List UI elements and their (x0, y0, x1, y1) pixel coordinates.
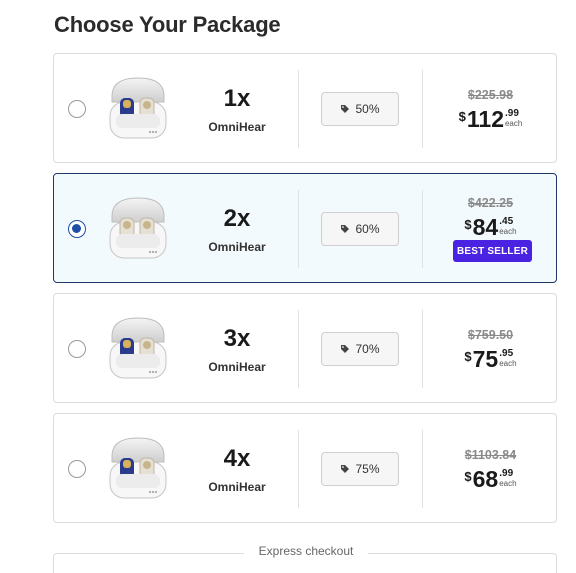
earbuds-case-image (109, 77, 167, 139)
tag-icon (341, 225, 350, 233)
price-whole: 75 (472, 346, 499, 372)
package-quantity: 1x (223, 85, 251, 112)
package-quantity: 3x (223, 325, 251, 352)
package-radio[interactable] (68, 220, 86, 238)
package-option-4x[interactable]: 4x OmniHear 75% $1103.84 $ 68 .99 each (53, 413, 557, 523)
divider (298, 310, 299, 388)
price-cents: .95 (499, 348, 514, 359)
express-checkout-label: Express checkout (244, 544, 368, 558)
price-block: $1103.84 $ 68 .99 each (423, 414, 558, 522)
discount-text: 60% (355, 222, 380, 236)
sale-price: $ 84 .45 each (423, 214, 558, 240)
tag-icon (341, 105, 350, 113)
price-cents: .99 (499, 468, 514, 479)
price-cents: .45 (499, 216, 514, 227)
discount-badge: 70% (321, 332, 399, 366)
earbuds-case-image (109, 197, 167, 259)
price-cents: .99 (504, 108, 519, 119)
product-name: OmniHear (208, 480, 266, 494)
earbuds-case-image (109, 317, 167, 379)
price-block: $225.98 $ 112 .99 each (423, 54, 558, 162)
discount-text: 75% (355, 462, 380, 476)
product-name: OmniHear (208, 120, 266, 134)
original-price: $422.25 (467, 196, 514, 210)
price-block: $422.25 $ 84 .45 each BEST SELLER (423, 174, 558, 282)
price-whole: 84 (472, 214, 499, 240)
price-unit: each (504, 119, 523, 128)
product-name: OmniHear (208, 240, 266, 254)
tag-icon (341, 345, 350, 353)
discount-text: 70% (355, 342, 380, 356)
original-price: $225.98 (467, 88, 514, 102)
best-seller-badge: BEST SELLER (453, 240, 532, 262)
price-unit: each (499, 479, 517, 488)
package-option-2x[interactable]: 2x OmniHear 60% $422.25 $ 84 .45 each BES… (53, 173, 557, 283)
price-whole: 112 (466, 106, 504, 132)
price-unit: each (499, 227, 517, 236)
package-radio[interactable] (68, 340, 86, 358)
currency-symbol: $ (464, 349, 472, 364)
package-radio[interactable] (68, 100, 86, 118)
price-block: $759.50 $ 75 .95 each (423, 294, 558, 402)
discount-text: 50% (355, 102, 380, 116)
price-unit: each (499, 359, 517, 368)
sale-price: $ 75 .95 each (423, 346, 558, 372)
divider (298, 430, 299, 508)
tag-icon (341, 465, 350, 473)
divider (298, 190, 299, 268)
discount-badge: 75% (321, 452, 399, 486)
page-title: Choose Your Package (54, 12, 281, 37)
product-name: OmniHear (208, 360, 266, 374)
sale-price: $ 112 .99 each (423, 106, 558, 132)
original-price: $1103.84 (464, 448, 517, 462)
currency-symbol: $ (464, 217, 472, 232)
package-radio[interactable] (68, 460, 86, 478)
package-quantity: 4x (223, 445, 251, 472)
package-quantity: 2x (223, 205, 251, 232)
divider (298, 70, 299, 148)
discount-badge: 50% (321, 92, 399, 126)
currency-symbol: $ (458, 109, 466, 124)
original-price: $759.50 (467, 328, 514, 342)
currency-symbol: $ (464, 469, 472, 484)
package-option-3x[interactable]: 3x OmniHear 70% $759.50 $ 75 .95 each (53, 293, 557, 403)
earbuds-case-image (109, 437, 167, 499)
price-whole: 68 (472, 466, 499, 492)
discount-badge: 60% (321, 212, 399, 246)
sale-price: $ 68 .99 each (423, 466, 558, 492)
package-option-1x[interactable]: 1x OmniHear 50% $225.98 $ 112 .99 each (53, 53, 557, 163)
